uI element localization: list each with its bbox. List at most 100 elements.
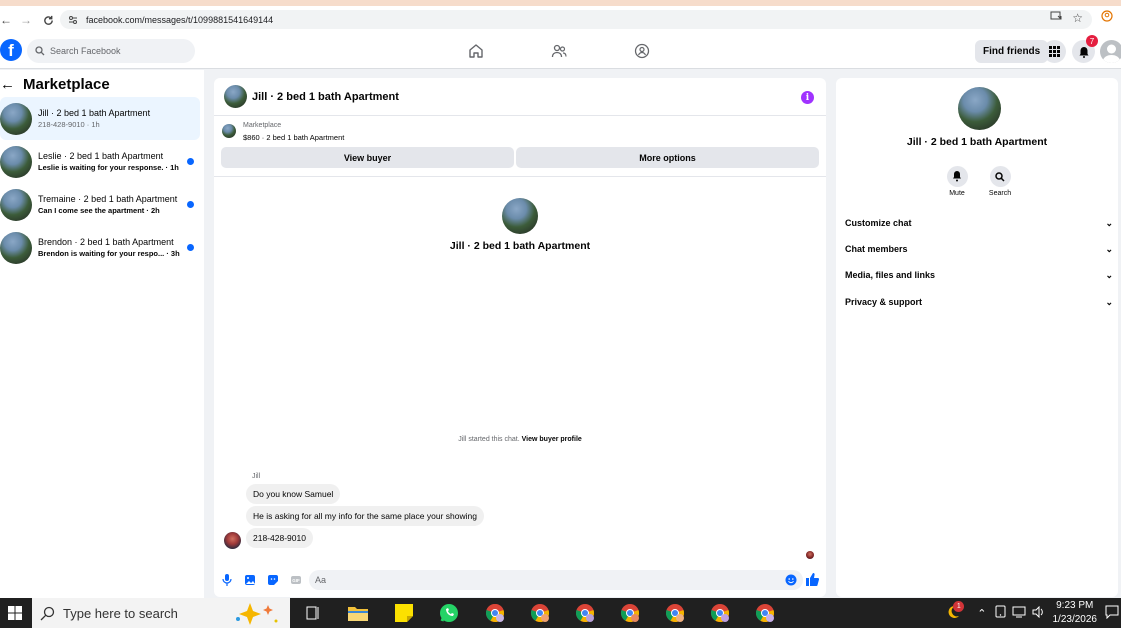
message-composer: GIF <box>214 568 826 592</box>
chrome-profile-icon[interactable] <box>574 602 596 624</box>
chrome-profile-icon[interactable] <box>709 602 731 624</box>
conversation-item[interactable]: Leslie · 2 bed 1 bath Apartment Leslie i… <box>0 140 200 183</box>
listing-thumbnail[interactable] <box>222 124 236 138</box>
volume-icon[interactable] <box>1032 605 1045 621</box>
chevron-down-icon: ⌄ <box>1105 243 1113 254</box>
gif-icon[interactable]: GIF <box>286 570 306 590</box>
chevron-down-icon: ⌄ <box>1105 269 1113 280</box>
weather-moon-icon[interactable]: 1 <box>945 600 965 623</box>
windows-start-icon[interactable] <box>0 598 30 628</box>
info-icon[interactable]: i <box>801 91 814 104</box>
like-thumb-icon[interactable] <box>806 573 819 589</box>
section-label: Customize chat <box>845 218 912 228</box>
chat-title[interactable]: Jill · 2 bed 1 bath Apartment <box>252 91 399 103</box>
home-icon[interactable] <box>466 41 486 61</box>
facebook-logo-icon[interactable]: f <box>0 39 22 61</box>
chat-panel: Jill · 2 bed 1 bath Apartment i Marketpl… <box>214 78 826 597</box>
section-label: Media, files and links <box>845 270 936 280</box>
chat-members-section[interactable]: Chat members ⌄ <box>845 240 1113 258</box>
message-bubble[interactable]: Do you know Samuel <box>246 484 341 504</box>
message-input-wrapper[interactable] <box>309 570 803 590</box>
message-bubble[interactable]: 218-428-9010 <box>246 528 313 548</box>
chrome-profile-icon[interactable] <box>619 602 641 624</box>
account-avatar[interactable] <box>1100 40 1121 63</box>
menu-grid-icon[interactable] <box>1043 40 1066 63</box>
chrome-profile-icon[interactable] <box>484 602 506 624</box>
friends-icon[interactable] <box>549 41 569 61</box>
bookmark-star-icon[interactable]: ☆ <box>1072 11 1083 25</box>
customize-chat-section[interactable]: Customize chat ⌄ <box>845 214 1113 232</box>
listing-price[interactable]: $860 · 2 bed 1 bath Apartment <box>243 133 344 142</box>
search-icon <box>35 46 45 56</box>
details-name: Jill · 2 bed 1 bath Apartment <box>906 136 1048 148</box>
taskbar-search[interactable] <box>32 598 290 628</box>
show-hidden-icons-chevron-icon[interactable]: ⌃ <box>977 607 986 620</box>
chrome-profile-icon[interactable] <box>664 602 686 624</box>
chat-details-panel: Jill · 2 bed 1 bath Apartment Mute Searc… <box>836 78 1118 597</box>
install-app-icon[interactable] <box>1050 10 1062 25</box>
groups-icon[interactable] <box>632 41 652 61</box>
conversation-item[interactable]: Jill · 2 bed 1 bath Apartment 218-428-90… <box>0 97 200 140</box>
search-icon <box>40 606 55 620</box>
microphone-icon[interactable] <box>217 570 237 590</box>
facebook-search[interactable] <box>27 39 195 63</box>
photo-icon[interactable] <box>240 570 260 590</box>
whatsapp-icon[interactable] <box>438 602 460 624</box>
forward-icon[interactable]: → <box>16 10 36 30</box>
system-clock[interactable]: 9:23 PM 1/23/2026 <box>1053 599 1098 627</box>
conversation-name: Leslie · 2 bed 1 bath Apartment <box>38 151 164 161</box>
message-bubble[interactable]: He is asking for all my info for the sam… <box>246 506 484 526</box>
conversation-item[interactable]: Tremaine · 2 bed 1 bath Apartment Can I … <box>0 183 200 226</box>
conversation-snippet: Leslie is waiting for your response. · 1… <box>38 163 179 172</box>
find-friends-button[interactable]: Find friends <box>975 40 1049 63</box>
message-input[interactable] <box>315 575 735 585</box>
svg-text:GIF: GIF <box>292 578 300 583</box>
reload-icon[interactable] <box>38 10 58 30</box>
sticky-notes-icon[interactable] <box>393 602 415 624</box>
conversation-item[interactable]: Brendon · 2 bed 1 bath Apartment Brendon… <box>0 226 200 269</box>
avatar[interactable] <box>958 87 1001 130</box>
task-view-icon[interactable] <box>302 602 324 624</box>
sidebar-title: Marketplace <box>23 76 110 93</box>
listing-banner: Marketplace $860 · 2 bed 1 bath Apartmen… <box>214 117 826 177</box>
media-files-links-section[interactable]: Media, files and links ⌄ <box>845 266 1113 284</box>
view-buyer-profile-link[interactable]: View buyer profile <box>522 436 582 443</box>
conversation-name: Jill · 2 bed 1 bath Apartment <box>38 108 151 118</box>
sparkle-icon <box>232 601 282 628</box>
notifications-center-icon[interactable] <box>1105 605 1119 622</box>
chat-started-text: Jill started this chat. <box>458 436 520 443</box>
notifications-bell-icon[interactable]: 7 <box>1072 35 1098 63</box>
url-text: facebook.com/messages/t/1099881541649144 <box>86 14 274 25</box>
back-icon[interactable]: ← <box>0 10 16 30</box>
sticker-icon[interactable] <box>263 570 283 590</box>
chrome-profile-icon[interactable] <box>754 602 776 624</box>
avatar[interactable] <box>502 198 538 234</box>
chevron-down-icon: ⌄ <box>1105 296 1113 307</box>
avatar[interactable] <box>224 85 247 108</box>
site-settings-icon[interactable] <box>66 13 80 27</box>
search-in-chat-button[interactable]: Search <box>980 166 1020 197</box>
search-label: Search <box>988 190 1012 197</box>
search-input[interactable] <box>50 46 170 56</box>
file-explorer-icon[interactable] <box>347 602 369 624</box>
back-arrow-icon[interactable]: ← <box>0 76 15 93</box>
view-buyer-button[interactable]: View buyer <box>221 147 514 168</box>
privacy-support-section[interactable]: Privacy & support ⌄ <box>845 293 1113 311</box>
taskbar-search-input[interactable] <box>63 605 203 621</box>
section-label: Privacy & support <box>845 297 923 307</box>
avatar[interactable] <box>224 532 241 549</box>
network-icon[interactable] <box>1012 606 1026 621</box>
emoji-icon[interactable] <box>785 574 797 589</box>
facebook-header: f Find friends 7 <box>0 34 1121 69</box>
mute-label: Mute <box>949 190 965 197</box>
chat-started-notice: Jill started this chat. View buyer profi… <box>214 436 826 443</box>
avatar <box>0 231 32 264</box>
mute-button[interactable]: Mute <box>937 166 977 197</box>
profile-icon[interactable] <box>1101 10 1113 25</box>
tablet-icon[interactable] <box>995 605 1006 621</box>
unread-dot-icon <box>187 244 194 251</box>
address-bar[interactable]: facebook.com/messages/t/1099881541649144 <box>60 10 1092 29</box>
chrome-profile-icon[interactable] <box>529 602 551 624</box>
unread-dot-icon <box>187 201 194 208</box>
more-options-button[interactable]: More options <box>516 147 819 168</box>
